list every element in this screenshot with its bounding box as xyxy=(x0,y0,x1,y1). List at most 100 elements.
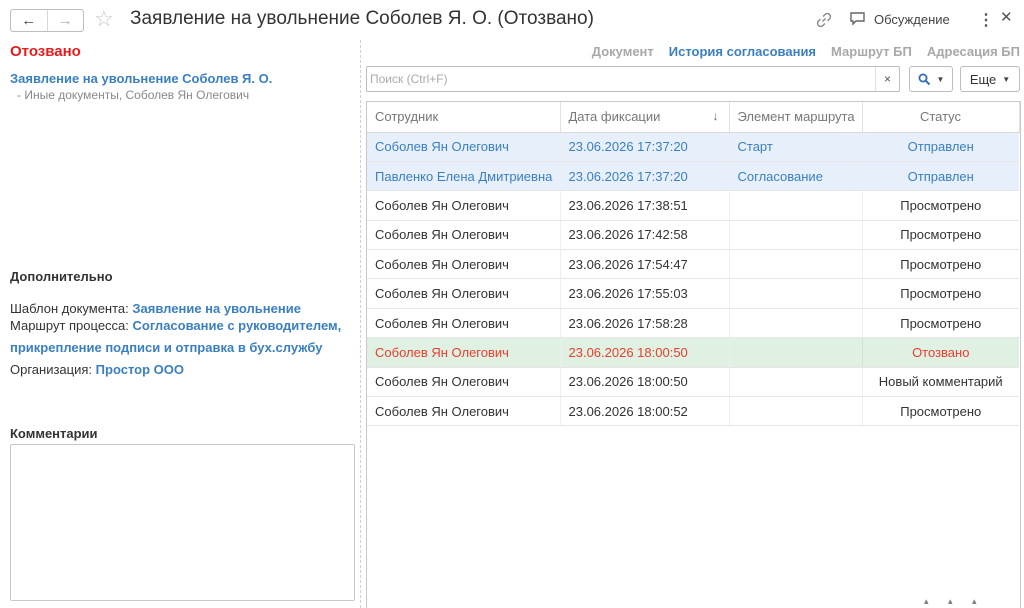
discussion-button[interactable]: Обсуждение xyxy=(849,11,950,27)
status-cell[interactable]: Отозвано xyxy=(862,337,1019,368)
close-icon[interactable]: ✕ xyxy=(1000,8,1013,26)
route-row-continued: прикрепление подписи и отправка в бух.сл… xyxy=(10,340,323,355)
route-element-cell[interactable] xyxy=(729,367,863,398)
route-element-cell[interactable] xyxy=(729,396,863,427)
approval-history-panel: Документ История согласования Маршрут БП… xyxy=(366,40,1024,608)
more-button[interactable]: Еще ▼ xyxy=(960,66,1020,92)
employee-cell[interactable]: Соболев Ян Олегович xyxy=(367,367,561,398)
route-row: Маршрут процесса: Согласование с руковод… xyxy=(10,318,341,333)
date-cell[interactable]: 23.06.2026 17:37:20 xyxy=(560,161,730,192)
status-cell[interactable]: Просмотрено xyxy=(862,396,1019,427)
employee-cell[interactable]: Соболев Ян Олегович xyxy=(367,190,561,221)
employee-cell[interactable]: Соболев Ян Олегович xyxy=(367,278,561,309)
date-cell[interactable]: 23.06.2026 18:00:52 xyxy=(560,396,730,427)
clear-icon[interactable]: × xyxy=(875,67,899,91)
route-element-cell[interactable] xyxy=(729,190,863,221)
date-cell[interactable]: 23.06.2026 17:58:28 xyxy=(560,308,730,339)
route-label: Маршрут процесса: xyxy=(10,318,129,333)
status-label: Отозвано xyxy=(10,43,81,60)
panel-divider[interactable] xyxy=(360,40,361,608)
search-button[interactable]: ▼ xyxy=(909,66,953,92)
scroll-marker-icon: ▴ xyxy=(972,596,977,606)
magnifier-icon xyxy=(918,73,930,85)
page-title: Заявление на увольнение Соболев Я. О. (О… xyxy=(130,8,594,29)
additional-section-header: Дополнительно xyxy=(10,269,113,284)
document-link[interactable]: Заявление на увольнение Соболев Я. О. xyxy=(10,71,272,86)
table-row[interactable]: Соболев Ян Олегович 23.06.2026 17:55:03 Пр… xyxy=(367,278,1019,309)
route-element-cell[interactable] xyxy=(729,308,863,339)
column-header-date[interactable]: Дата фиксации ↓ xyxy=(560,102,730,133)
table-row[interactable]: Соболев Ян Олегович 23.06.2026 18:00:50 Но… xyxy=(367,367,1019,398)
tab-addressing-bp[interactable]: Адресация БП xyxy=(927,44,1020,59)
approval-history-table: Сотрудник Дата фиксации ↓ Элемент маршрут… xyxy=(366,101,1021,608)
status-cell[interactable]: Отправлен xyxy=(862,132,1019,162)
route-element-cell[interactable] xyxy=(729,249,863,280)
navigation-buttons: ← → xyxy=(10,9,84,32)
employee-cell[interactable]: Соболев Ян Олегович xyxy=(367,220,561,251)
date-cell[interactable]: 23.06.2026 17:55:03 xyxy=(560,278,730,309)
table-row[interactable]: Павленко Елена Дмитриевна 23.06.2026 17:3… xyxy=(367,161,1019,192)
column-header-status[interactable]: Статус xyxy=(862,102,1020,133)
status-cell[interactable]: Просмотрено xyxy=(862,278,1019,309)
status-cell[interactable]: Просмотрено xyxy=(862,308,1019,339)
template-row: Шаблон документа: Заявление на увольнени… xyxy=(10,301,301,316)
status-cell[interactable]: Просмотрено xyxy=(862,220,1019,251)
date-cell[interactable]: 23.06.2026 17:37:20 xyxy=(560,132,730,162)
table-header-row: Сотрудник Дата фиксации ↓ Элемент маршрут… xyxy=(367,102,1020,133)
column-header-route-element[interactable]: Элемент маршрута xyxy=(729,102,863,133)
table-row[interactable]: Соболев Ян Олегович 23.06.2026 17:54:47 Пр… xyxy=(367,249,1019,280)
organization-label: Организация: xyxy=(10,362,93,377)
date-cell[interactable]: 23.06.2026 17:54:47 xyxy=(560,249,730,280)
employee-cell[interactable]: Павленко Елена Дмитриевна xyxy=(367,161,561,192)
tab-route-bp[interactable]: Маршрут БП xyxy=(831,44,912,59)
route-element-cell[interactable] xyxy=(729,278,863,309)
template-link[interactable]: Заявление на увольнение xyxy=(132,301,301,316)
kebab-menu-icon[interactable]: ⋮ xyxy=(978,10,994,30)
table-row[interactable]: Соболев Ян Олегович 23.06.2026 17:58:28 Пр… xyxy=(367,308,1019,339)
chevron-down-icon: ▼ xyxy=(936,74,945,84)
arrow-right-icon[interactable]: → xyxy=(46,10,84,31)
table-row[interactable]: Соболев Ян Олегович 23.06.2026 17:42:58 Пр… xyxy=(367,220,1019,251)
date-cell[interactable]: 23.06.2026 18:00:50 xyxy=(560,367,730,398)
table-row[interactable]: Соболев Ян Олегович 23.06.2026 18:00:52 Пр… xyxy=(367,396,1019,427)
scroll-marker-icon: ▴ xyxy=(948,596,953,606)
employee-cell[interactable]: Соболев Ян Олегович xyxy=(367,337,561,368)
sort-arrow-icon: ↓ xyxy=(712,109,719,124)
comments-field[interactable] xyxy=(10,444,355,601)
link-icon[interactable] xyxy=(814,10,834,30)
route-element-cell[interactable]: Согласование xyxy=(729,161,863,192)
column-header-employee[interactable]: Сотрудник xyxy=(367,102,561,133)
employee-cell[interactable]: Соболев Ян Олегович xyxy=(367,308,561,339)
employee-cell[interactable]: Соболев Ян Олегович xyxy=(367,396,561,427)
employee-cell[interactable]: Соболев Ян Олегович xyxy=(367,132,561,162)
table-row[interactable]: Соболев Ян Олегович 23.06.2026 18:00:50 От… xyxy=(367,337,1019,368)
date-cell[interactable]: 23.06.2026 17:38:51 xyxy=(560,190,730,221)
route-element-cell[interactable]: Старт xyxy=(729,132,863,162)
search-box: × xyxy=(366,66,900,92)
chat-icon xyxy=(850,12,865,26)
template-label: Шаблон документа: xyxy=(10,301,129,316)
date-cell[interactable]: 23.06.2026 18:00:50 xyxy=(560,337,730,368)
route-link-continued[interactable]: прикрепление подписи и отправка в бух.сл… xyxy=(10,340,323,355)
date-cell[interactable]: 23.06.2026 17:42:58 xyxy=(560,220,730,251)
status-cell[interactable]: Новый комментарий xyxy=(862,367,1019,398)
arrow-left-icon[interactable]: ← xyxy=(11,10,47,31)
tab-approval-history[interactable]: История согласования xyxy=(669,44,816,59)
status-cell[interactable]: Просмотрено xyxy=(862,190,1019,221)
scroll-marker-icon: ▴ xyxy=(924,596,929,606)
organization-link[interactable]: Простор ООО xyxy=(96,362,184,377)
route-link[interactable]: Согласование с руководителем, xyxy=(133,318,342,333)
status-cell[interactable]: Отправлен xyxy=(862,161,1019,192)
tab-document[interactable]: Документ xyxy=(592,44,654,59)
route-element-cell[interactable] xyxy=(729,220,863,251)
title-bar: ← → ☆ Заявление на увольнение Соболев Я.… xyxy=(0,0,1024,40)
star-icon[interactable]: ☆ xyxy=(94,6,114,32)
search-input[interactable] xyxy=(367,67,875,91)
comments-section-header: Комментарии xyxy=(10,426,98,441)
table-row[interactable]: Соболев Ян Олегович 23.06.2026 17:37:20 Ст… xyxy=(367,132,1019,162)
document-subtitle: - Иные документы, Соболев Ян Олегович xyxy=(17,88,250,102)
route-element-cell[interactable] xyxy=(729,337,863,368)
table-row[interactable]: Соболев Ян Олегович 23.06.2026 17:38:51 Пр… xyxy=(367,190,1019,221)
employee-cell[interactable]: Соболев Ян Олегович xyxy=(367,249,561,280)
status-cell[interactable]: Просмотрено xyxy=(862,249,1019,280)
